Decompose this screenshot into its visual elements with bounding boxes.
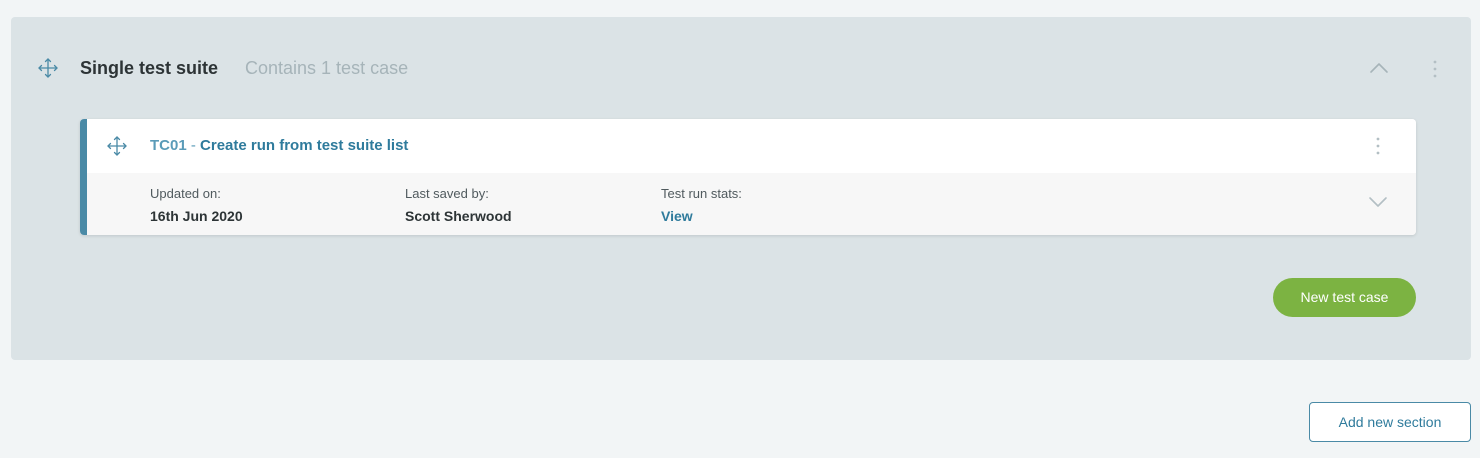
last-saved-value: Scott Sherwood [405, 208, 512, 224]
test-case-card: TC01 - Create run from test suite list U… [80, 119, 1416, 235]
kebab-menu-icon[interactable] [1427, 58, 1443, 80]
last-saved-label: Last saved by: [405, 186, 489, 201]
updated-on-value: 16th Jun 2020 [150, 208, 243, 224]
last-saved-group: Last saved by: Scott Sherwood [405, 185, 512, 226]
card-accent-bar [80, 119, 87, 235]
test-case-name: Create run from test suite list [200, 137, 409, 154]
add-new-section-button[interactable]: Add new section [1309, 402, 1471, 442]
test-case-header: TC01 - Create run from test suite list [87, 119, 1416, 173]
chevron-down-icon[interactable] [1367, 191, 1389, 213]
move-arrows-icon[interactable] [36, 56, 60, 80]
test-case-details: Updated on: 16th Jun 2020 Last saved by:… [87, 173, 1416, 235]
kebab-menu-icon[interactable] [1370, 135, 1386, 157]
test-case-title-link[interactable]: TC01 - Create run from test suite list [150, 135, 408, 157]
test-case-id: TC01 [150, 137, 187, 154]
test-run-stats-label: Test run stats: [661, 186, 742, 201]
suite-case-count: Contains 1 test case [245, 58, 409, 78]
test-case-title-separator: - [186, 137, 201, 154]
chevron-up-icon[interactable] [1368, 57, 1390, 79]
test-suite-panel: Single test suite Contains 1 test case T… [11, 17, 1471, 360]
suite-title: Single test suite [80, 58, 219, 78]
updated-on-label: Updated on: [150, 186, 221, 201]
updated-on-group: Updated on: 16th Jun 2020 [150, 185, 243, 226]
move-arrows-icon[interactable] [105, 134, 129, 158]
new-test-case-button[interactable]: New test case [1273, 278, 1416, 317]
view-stats-link[interactable]: View [661, 206, 742, 226]
test-run-stats-group: Test run stats: View [661, 185, 742, 226]
